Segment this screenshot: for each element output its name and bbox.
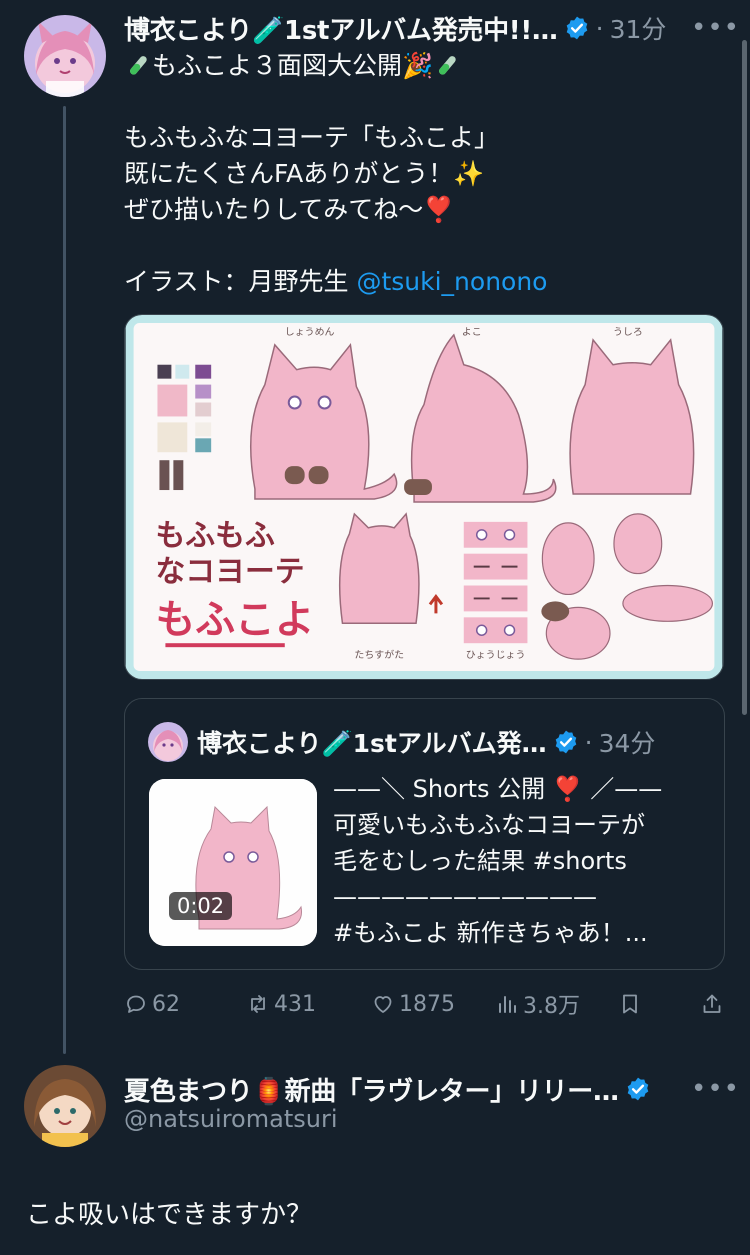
quoted-tweet[interactable]: 博衣こより🧪1stアルバム発… · 34分 0:02 ——＼ Shorts 公開… [124,698,725,970]
action-bar: 62 431 1875 3.8万 [124,985,724,1023]
tweet-line-2: もふもふなコヨーテ「もふこよ」 [124,123,500,152]
mention-link[interactable]: @tsuki_nonono [356,267,547,296]
reply-author-name[interactable]: 夏色まつり🏮新曲「ラヴレター」リリー… [124,1071,619,1108]
tweet-body: もふこよ３面図大公開🎉 もふもふなコヨーテ「もふこよ」 既にたくさんFAありがと… [124,48,724,300]
tweet-time[interactable]: 31分 [610,10,667,46]
svg-text:もふもふ: もふもふ [155,519,274,554]
more-options-icon[interactable]: ••• [691,13,740,43]
share-icon [703,994,721,1013]
svg-text:ひょうじょう: ひょうじょう [466,649,526,661]
svg-text:たちすがた: たちすがた [354,648,404,661]
verified-badge-icon [555,730,576,754]
separator-dot: · [584,727,593,757]
view-count: 3.8万 [523,994,580,1019]
tweet-line-3: 既にたくさんFAありがとう！✨ [124,159,485,188]
like-button[interactable]: 1875 [371,992,455,1017]
separator-dot: · [595,13,604,43]
retweet-count: 431 [274,991,316,1017]
reply-header: 夏色まつり🏮新曲「ラヴレター」リリー… ••• [124,1069,740,1109]
tweet-line-4: ぜひ描いたりしてみてね〜❣️ [124,195,455,224]
bookmark-button[interactable] [618,992,646,1016]
reply-count: 62 [152,991,180,1017]
reply-author-avatar[interactable] [24,1065,106,1147]
quoted-tweet-text: ——＼ Shorts 公開 ❣️ ／—— 可愛いもふもふなコヨーテが 毛をむしっ… [333,775,663,947]
author-avatar[interactable] [24,15,106,97]
heart-icon [374,996,392,1013]
tweet-credit: イラスト：月野先生 @tsuki_nonono [124,267,548,296]
more-options-icon[interactable]: ••• [691,1074,740,1104]
tweet-image[interactable]: しょうめん よこ うしろ もふもふ なコヨーテ もふこよ たちすがた ひょうじょ… [124,314,724,680]
svg-text:もふこよ: もふこよ [155,597,314,643]
retweet-icon [251,995,265,1013]
quoted-tweet-header: 博衣こより🧪1stアルバム発… · 34分 [197,722,707,762]
verified-badge-icon [627,1077,648,1101]
like-count: 1875 [399,991,455,1017]
verified-badge-icon [566,16,587,40]
retweet-button[interactable]: 431 [246,992,316,1017]
views-button[interactable]: 3.8万 [495,988,580,1020]
thread-line [63,106,66,1054]
author-name[interactable]: 博衣こより🧪1stアルバム発売中!!… [124,10,558,47]
bar-chart-icon [499,996,516,1013]
video-thumbnail[interactable]: 0:02 [149,779,317,946]
reply-button[interactable]: 62 [124,992,180,1017]
reply-author-handle[interactable]: @natsuiromatsuri [124,1105,337,1133]
bookmark-icon [623,994,637,1014]
svg-text:うしろ: うしろ [613,326,643,338]
test-tube-icon [130,56,147,75]
reply-text: こよ吸いはできますか？ [26,1200,313,1230]
test-tube-icon [439,56,456,75]
video-duration: 0:02 [169,892,233,920]
svg-text:よこ: よこ [462,326,482,338]
reply-icon [127,995,145,1013]
quoted-author-avatar[interactable] [148,722,188,762]
quoted-tweet-time: 34分 [598,729,656,758]
svg-text:なコヨーテ: なコヨーテ [155,555,304,590]
share-button[interactable] [700,992,728,1016]
scrollbar[interactable] [742,40,747,715]
quoted-author-name[interactable]: 博衣こより🧪1stアルバム発… [197,724,547,760]
tweet-header: 博衣こより🧪1stアルバム発売中!!… · 31分 ••• [124,8,740,48]
tweet-line-1: もふこよ３面図大公開🎉 [124,48,724,84]
svg-text:しょうめん: しょうめん [285,326,335,338]
